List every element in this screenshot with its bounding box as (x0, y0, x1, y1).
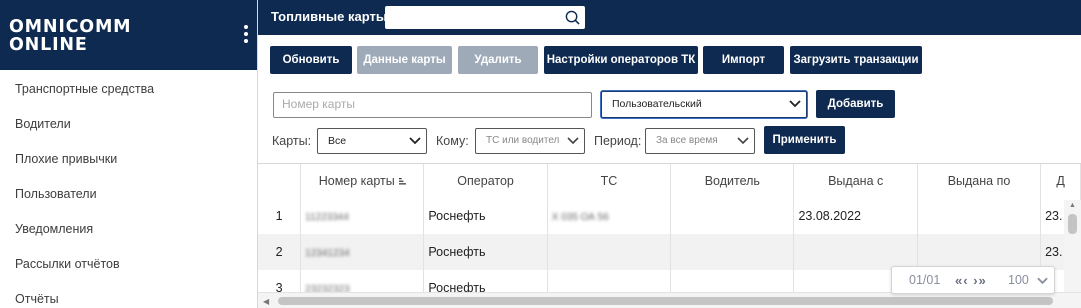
chevron-down-icon (737, 137, 749, 145)
operator-cell: Роснефть (423, 234, 548, 270)
driver-cell (670, 198, 795, 234)
row-index: 2 (258, 234, 302, 270)
delete-button[interactable]: Удалить (458, 46, 538, 74)
period-filter-value: За все время (656, 135, 718, 146)
search-icon[interactable] (565, 10, 580, 25)
card-data-button[interactable]: Данные карты (357, 46, 452, 74)
sidebar-item-bad-habits[interactable]: Плохие привычки (0, 142, 257, 177)
period-filter-select[interactable]: За все время (645, 128, 755, 154)
import-button[interactable]: Импорт (703, 46, 784, 74)
cards-filter-select[interactable]: Все (317, 128, 427, 154)
cards-filter-value: Все (328, 135, 347, 147)
page-indicator: 01/01 (909, 273, 941, 287)
issued-to-cell (917, 198, 1042, 234)
horizontal-scroll-thumb[interactable] (278, 297, 1053, 305)
chevron-down-icon (567, 137, 579, 145)
sort-icon[interactable] (398, 178, 406, 185)
driver-cell (670, 234, 795, 270)
vehicle-cell: Х 035 ОА 56 (547, 198, 672, 234)
sidebar: OMNICOMM ONLINE Транспортные средства Во… (0, 0, 258, 308)
col-header-operator[interactable]: Оператор (423, 164, 548, 198)
scroll-up-icon[interactable]: ▲ (1069, 202, 1076, 209)
card-type-select[interactable]: Пользовательский (601, 91, 807, 118)
period-filter-label: Период: (594, 134, 642, 148)
row-index: 1 (258, 198, 302, 234)
table-header-row: Номер карты Оператор ТС Водитель Выдана … (258, 164, 1081, 198)
card-number-input[interactable] (282, 93, 591, 115)
search-box (385, 6, 585, 29)
chevron-down-icon[interactable] (1037, 277, 1048, 285)
col-header-card-number-label: Номер карты (318, 174, 395, 188)
table-row[interactable]: 2 12341234 Роснефть 23. (258, 234, 1081, 270)
search-input[interactable] (385, 6, 555, 29)
logo-line1: OMNICOMM (9, 17, 132, 37)
prev-page-icon[interactable]: ‹ (963, 273, 968, 288)
page-nav-arrows: «‹ ›» (955, 273, 987, 288)
operator-cell: Роснефть (423, 198, 548, 234)
operator-settings-button[interactable]: Настройки операторов ТК (544, 46, 698, 74)
omnicomm-logo[interactable]: OMNICOMM ONLINE (9, 18, 131, 54)
col-header-issued-to[interactable]: Выдана по (917, 164, 1042, 198)
col-header-extra[interactable]: Д (1040, 164, 1081, 198)
card-number-field (273, 92, 592, 118)
sidebar-item-reports[interactable]: Отчёты (0, 282, 257, 308)
sidebar-item-notifications[interactable]: Уведомления (0, 212, 257, 247)
load-transactions-button[interactable]: Загрузить транзакции (790, 46, 922, 74)
horizontal-scrollbar[interactable]: ◀ (258, 292, 1081, 308)
scroll-left-icon[interactable]: ◀ (263, 297, 269, 306)
chevron-down-icon (789, 100, 801, 108)
apply-button[interactable]: Применить (764, 126, 845, 154)
card-number-cell: 12341234 (300, 234, 425, 270)
page-title: Топливные карты (271, 9, 387, 24)
to-whom-filter-label: Кому: (436, 134, 469, 148)
page-size-value[interactable]: 100 (1008, 273, 1029, 287)
col-header-issued-from[interactable]: Выдана с (793, 164, 918, 198)
vertical-scroll-thumb[interactable] (1068, 214, 1077, 234)
table-row[interactable]: 1 11223344 Роснефть Х 035 ОА 56 23.08.20… (258, 198, 1081, 234)
cards-filter-label: Карты: (272, 134, 312, 148)
sidebar-item-users[interactable]: Пользователи (0, 177, 257, 212)
card-number-cell: 11223344 (300, 198, 425, 234)
to-whom-filter-value: ТС или водител (486, 135, 560, 146)
topbar: Топливные карты (258, 0, 1081, 35)
brand-header: OMNICOMM ONLINE (0, 0, 257, 70)
col-header-card-number[interactable]: Номер карты (300, 164, 425, 198)
vehicle-cell (547, 234, 672, 270)
to-whom-filter-select[interactable]: ТС или водител (475, 128, 585, 154)
issued-from-cell: 23.08.2022 (793, 198, 918, 234)
sidebar-item-drivers[interactable]: Водители (0, 107, 257, 142)
card-type-value: Пользовательский (612, 98, 702, 110)
vertical-scrollbar[interactable]: ▲ (1064, 200, 1081, 292)
sidebar-item-report-mailings[interactable]: Рассылки отчётов (0, 247, 257, 282)
sidebar-item-vehicles[interactable]: Транспортные средства (0, 72, 257, 107)
sidebar-nav: Транспортные средства Водители Плохие пр… (0, 70, 257, 308)
logo-line2: ONLINE (9, 35, 88, 55)
issued-to-cell (917, 234, 1042, 270)
issued-from-cell (793, 234, 918, 270)
col-header-driver[interactable]: Водитель (670, 164, 795, 198)
col-header-index (258, 164, 302, 198)
pagination-widget: 01/01 «‹ ›» 100 (891, 266, 1055, 294)
card-number-value: 12341234 (305, 248, 350, 259)
vehicle-value: Х 035 ОА 56 (551, 212, 609, 223)
card-number-value: 11223344 (305, 212, 349, 223)
refresh-button[interactable]: Обновить (270, 46, 352, 74)
first-page-icon[interactable]: « (955, 273, 963, 288)
add-button[interactable]: Добавить (816, 90, 895, 118)
col-header-vehicle[interactable]: ТС (547, 164, 672, 198)
last-page-icon[interactable]: » (979, 273, 987, 288)
chevron-down-icon (409, 137, 421, 145)
more-menu-icon[interactable] (244, 25, 248, 43)
